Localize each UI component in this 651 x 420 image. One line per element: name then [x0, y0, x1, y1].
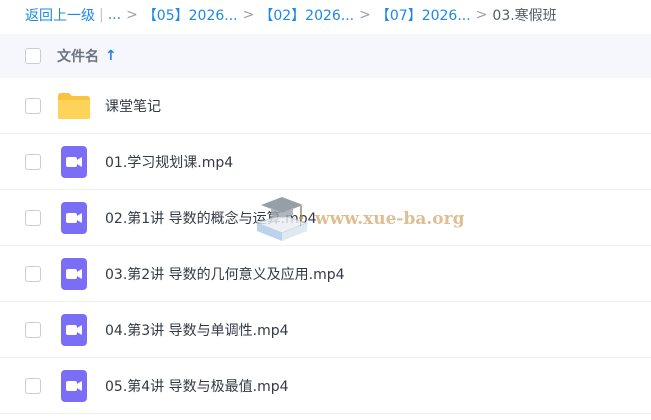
file-name[interactable]: 02.第1讲 导数的概念与运算.mp4	[105, 208, 317, 228]
video-file-icon	[57, 145, 91, 179]
arrow-up-icon[interactable]: ↑	[105, 48, 117, 64]
video-file-icon	[57, 313, 91, 347]
breadcrumb-folder-1[interactable]: 【05】2026...	[143, 5, 238, 25]
file-name[interactable]: 03.第2讲 导数的几何意义及应用.mp4	[105, 264, 345, 284]
file-browser: 返回上一级 | ... > 【05】2026... > 【02】2026... …	[0, 0, 651, 420]
file-name[interactable]: 04.第3讲 导数与单调性.mp4	[105, 320, 289, 340]
filename-column-header[interactable]: 文件名	[57, 46, 99, 66]
row-checkbox[interactable]	[25, 265, 41, 282]
list-item[interactable]: 01.学习规划课.mp4	[0, 134, 651, 190]
row-checkbox[interactable]	[25, 377, 41, 394]
breadcrumb-separator: >	[359, 7, 371, 23]
breadcrumb-divider: |	[99, 7, 104, 23]
breadcrumb-separator: >	[475, 7, 488, 23]
file-name[interactable]: 课堂笔记	[105, 96, 161, 116]
row-checkbox[interactable]	[25, 153, 41, 170]
file-name[interactable]: 05.第4讲 导数与极最值.mp4	[105, 376, 289, 396]
select-all-checkbox[interactable]	[25, 48, 41, 64]
breadcrumb-folder-3[interactable]: 【07】2026...	[376, 5, 471, 25]
breadcrumb-folder-2[interactable]: 【02】2026...	[259, 5, 354, 25]
list-item[interactable]: 03.第2讲 导数的几何意义及应用.mp4	[0, 246, 651, 302]
breadcrumb-separator: >	[126, 7, 138, 23]
breadcrumb-ellipsis[interactable]: ...	[108, 7, 121, 23]
back-link[interactable]: 返回上一级	[25, 5, 95, 25]
breadcrumb: 返回上一级 | ... > 【05】2026... > 【02】2026... …	[0, 0, 651, 30]
video-file-icon	[57, 257, 91, 291]
row-checkbox[interactable]	[25, 97, 41, 114]
folder-icon	[57, 89, 91, 123]
video-file-icon	[57, 201, 91, 235]
file-list: 课堂笔记 01.学习规划课.mp4 02.第1讲 导数的概念与运算.mp4 03…	[0, 78, 651, 414]
list-item[interactable]: 05.第4讲 导数与极最值.mp4	[0, 358, 651, 414]
file-name[interactable]: 01.学习规划课.mp4	[105, 152, 233, 172]
list-item[interactable]: 02.第1讲 导数的概念与运算.mp4	[0, 190, 651, 246]
row-checkbox[interactable]	[25, 209, 41, 226]
row-checkbox[interactable]	[25, 321, 41, 338]
video-file-icon	[57, 369, 91, 403]
list-item[interactable]: 04.第3讲 导数与单调性.mp4	[0, 302, 651, 358]
file-list-header: 文件名 ↑	[0, 34, 651, 78]
breadcrumb-separator: >	[242, 7, 255, 23]
breadcrumb-current: 03.寒假班	[492, 8, 557, 24]
list-item[interactable]: 课堂笔记	[0, 78, 651, 134]
